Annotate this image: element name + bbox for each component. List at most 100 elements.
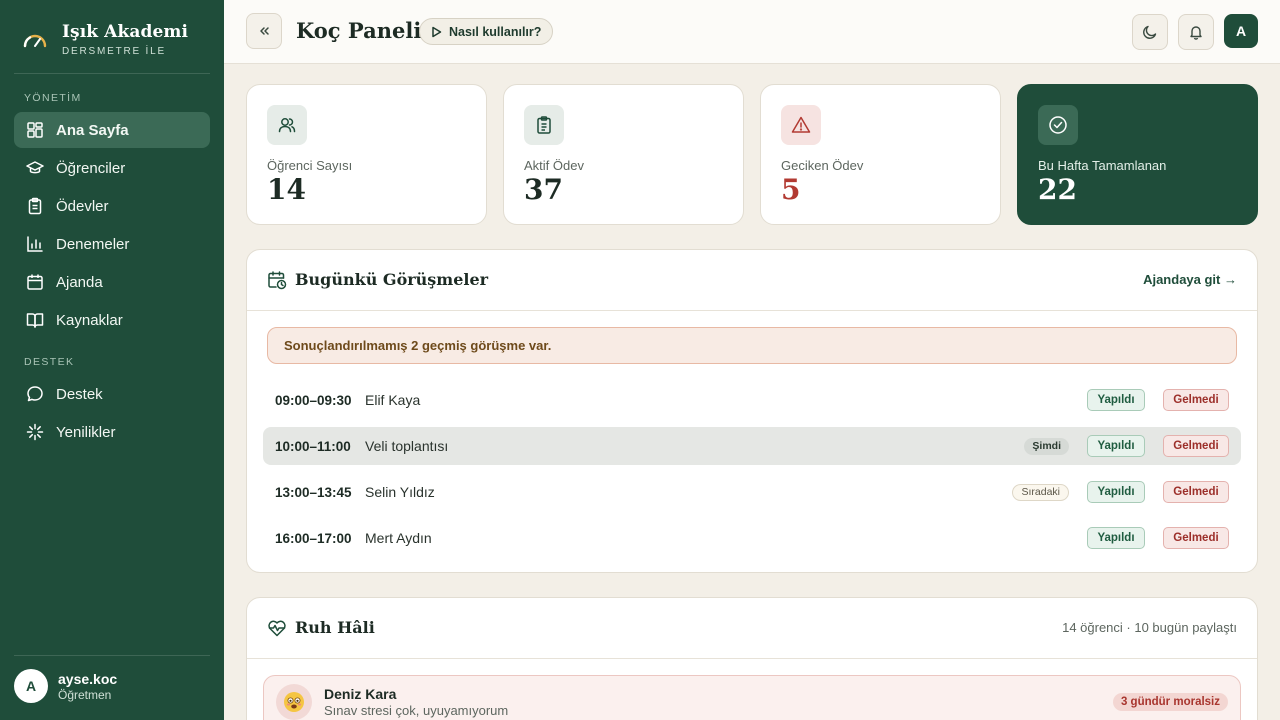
stat-label: Geciken Ödev [781, 158, 864, 173]
stat-label: Öğrenci Sayısı [267, 158, 353, 173]
sparkle-icon [26, 423, 44, 441]
user-name: ayse.koc [58, 670, 118, 687]
mark-missed-button[interactable]: Gelmedi [1163, 389, 1229, 411]
theme-toggle-button[interactable] [1132, 14, 1168, 50]
panel-title: Bugünkü Görüşmeler [295, 270, 489, 289]
moon-icon [1142, 24, 1158, 40]
stat-label: Aktif Ödev [524, 158, 584, 173]
meeting-row[interactable]: 13:00–13:45 Selin Yıldız Sıradaki Yapıld… [263, 473, 1241, 511]
help-label: Nasıl kullanılır? [449, 24, 542, 39]
sidebar-item-whats-new[interactable]: Yenilikler [14, 414, 210, 450]
calendar-clock-icon [267, 270, 287, 290]
double-chevron-left-icon [257, 24, 271, 38]
mark-done-button[interactable]: Yapıldı [1087, 435, 1145, 457]
meeting-row[interactable]: 09:00–09:30 Elif Kaya Yapıldı Gelmedi [263, 381, 1241, 419]
status-badge-now: Şimdi [1024, 437, 1069, 455]
clipboard-icon [534, 115, 554, 135]
bar-chart-icon [26, 235, 44, 253]
meeting-row[interactable]: 16:00–17:00 Mert Aydın Yapıldı Gelmedi [263, 519, 1241, 557]
sidebar: Işık Akademi DERSMETRE İLE YÖNETİM Ana S… [0, 0, 224, 720]
mood-note: Sınav stresi çok, uyuyamıyorum [324, 703, 509, 718]
anxious-face-icon [276, 684, 312, 720]
panel-header: Ruh Hâli 14 öğrenci · 10 bugün paylaştı [247, 598, 1257, 659]
bell-icon [1188, 24, 1204, 40]
sidebar-item-label: Ödevler [56, 197, 109, 215]
sidebar-divider [14, 655, 210, 656]
sidebar-item-label: Ana Sayfa [56, 121, 129, 139]
panel-title: Ruh Hâli [295, 618, 375, 637]
stat-card-active-homework[interactable]: Aktif Ödev 37 [503, 84, 744, 225]
section-label-support: DESTEK [24, 356, 75, 368]
stat-value: 5 [781, 173, 801, 206]
stat-badge [267, 105, 307, 145]
brand-title: Işık Akademi [62, 22, 189, 42]
topbar: Koç Paneli Nasıl kullanılır? A [224, 0, 1280, 64]
sidebar-item-label: Destek [56, 385, 103, 403]
sidebar-item-agenda[interactable]: Ajanda [14, 264, 210, 300]
check-circle-icon [1048, 115, 1068, 135]
stat-card-completed-this-week[interactable]: Bu Hafta Tamamlanan 22 [1017, 84, 1258, 225]
notifications-button[interactable] [1178, 14, 1214, 50]
status-badge: 3 gündür moralsiz [1112, 693, 1228, 711]
meeting-name: Elif Kaya [365, 392, 421, 408]
stat-badge [524, 105, 564, 145]
sidebar-item-label: Kaynaklar [56, 311, 123, 329]
stat-value: 14 [267, 173, 306, 206]
sidebar-item-exams[interactable]: Denemeler [14, 226, 210, 262]
mark-done-button[interactable]: Yapıldı [1087, 481, 1145, 503]
stat-card-overdue-homework[interactable]: Geciken Ödev 5 [760, 84, 1001, 225]
sidebar-item-label: Denemeler [56, 235, 130, 253]
student-name: Deniz Kara [324, 686, 397, 702]
mark-done-button[interactable]: Yapıldı [1087, 389, 1145, 411]
user-role: Öğretmen [58, 687, 112, 702]
status-badge-next: Sıradaki [1012, 483, 1069, 501]
mark-done-button[interactable]: Yapıldı [1087, 527, 1145, 549]
meeting-name: Mert Aydın [365, 530, 432, 546]
meeting-name: Selin Yıldız [365, 484, 435, 500]
dashboard-icon [26, 121, 44, 139]
brand-subtitle: DERSMETRE İLE [62, 46, 166, 57]
go-to-agenda-link[interactable]: Ajandaya git → [1143, 272, 1237, 287]
sidebar-item-home[interactable]: Ana Sayfa [14, 112, 210, 148]
gauge-logo-icon [22, 31, 48, 49]
play-icon [431, 26, 442, 38]
stat-label: Bu Hafta Tamamlanan [1038, 158, 1167, 173]
mood-panel: Ruh Hâli 14 öğrenci · 10 bugün paylaştı … [246, 597, 1258, 720]
mark-missed-button[interactable]: Gelmedi [1163, 527, 1229, 549]
sidebar-item-label: Öğrenciler [56, 159, 126, 177]
collapse-sidebar-button[interactable] [246, 13, 282, 49]
heart-pulse-icon [267, 618, 287, 638]
stat-value: 22 [1038, 173, 1077, 206]
sidebar-item-support[interactable]: Destek [14, 376, 210, 412]
mark-missed-button[interactable]: Gelmedi [1163, 481, 1229, 503]
sidebar-item-label: Ajanda [56, 273, 103, 291]
sidebar-item-label: Yenilikler [56, 423, 116, 441]
sidebar-item-resources[interactable]: Kaynaklar [14, 302, 210, 338]
brand[interactable]: Işık Akademi DERSMETRE İLE [22, 22, 188, 57]
pending-meetings-alert: Sonuçlandırılmamış 2 geçmiş görüşme var. [267, 327, 1237, 364]
meeting-time: 16:00–17:00 [275, 530, 352, 546]
meeting-name: Veli toplantısı [365, 438, 449, 454]
stat-value: 37 [524, 173, 563, 206]
users-icon [277, 115, 297, 135]
graduation-cap-icon [26, 159, 44, 177]
stat-card-students[interactable]: Öğrenci Sayısı 14 [246, 84, 487, 225]
panel-header: Bugünkü Görüşmeler Ajandaya git → [247, 250, 1257, 311]
help-button[interactable]: Nasıl kullanılır? [419, 18, 554, 45]
sidebar-item-homework[interactable]: Ödevler [14, 188, 210, 224]
stat-badge [1038, 105, 1078, 145]
page-title: Koç Paneli [296, 18, 422, 43]
sidebar-item-students[interactable]: Öğrenciler [14, 150, 210, 186]
meeting-time: 10:00–11:00 [275, 438, 351, 454]
sidebar-divider [14, 73, 210, 74]
meetings-panel: Bugünkü Görüşmeler Ajandaya git → Sonuçl… [246, 249, 1258, 573]
mood-entry[interactable]: Deniz Kara Sınav stresi çok, uyuyamıyoru… [263, 675, 1241, 720]
mood-summary: 14 öğrenci · 10 bugün paylaştı [1062, 620, 1237, 635]
mark-missed-button[interactable]: Gelmedi [1163, 435, 1229, 457]
clipboard-icon [26, 197, 44, 215]
meeting-row[interactable]: 10:00–11:00 Veli toplantısı Şimdi Yapıld… [263, 427, 1241, 465]
chat-bubble-icon [26, 385, 44, 403]
meeting-time: 13:00–13:45 [275, 484, 352, 500]
avatar[interactable]: A [1224, 14, 1258, 48]
user-profile[interactable]: A ayse.koc Öğretmen [14, 669, 117, 703]
